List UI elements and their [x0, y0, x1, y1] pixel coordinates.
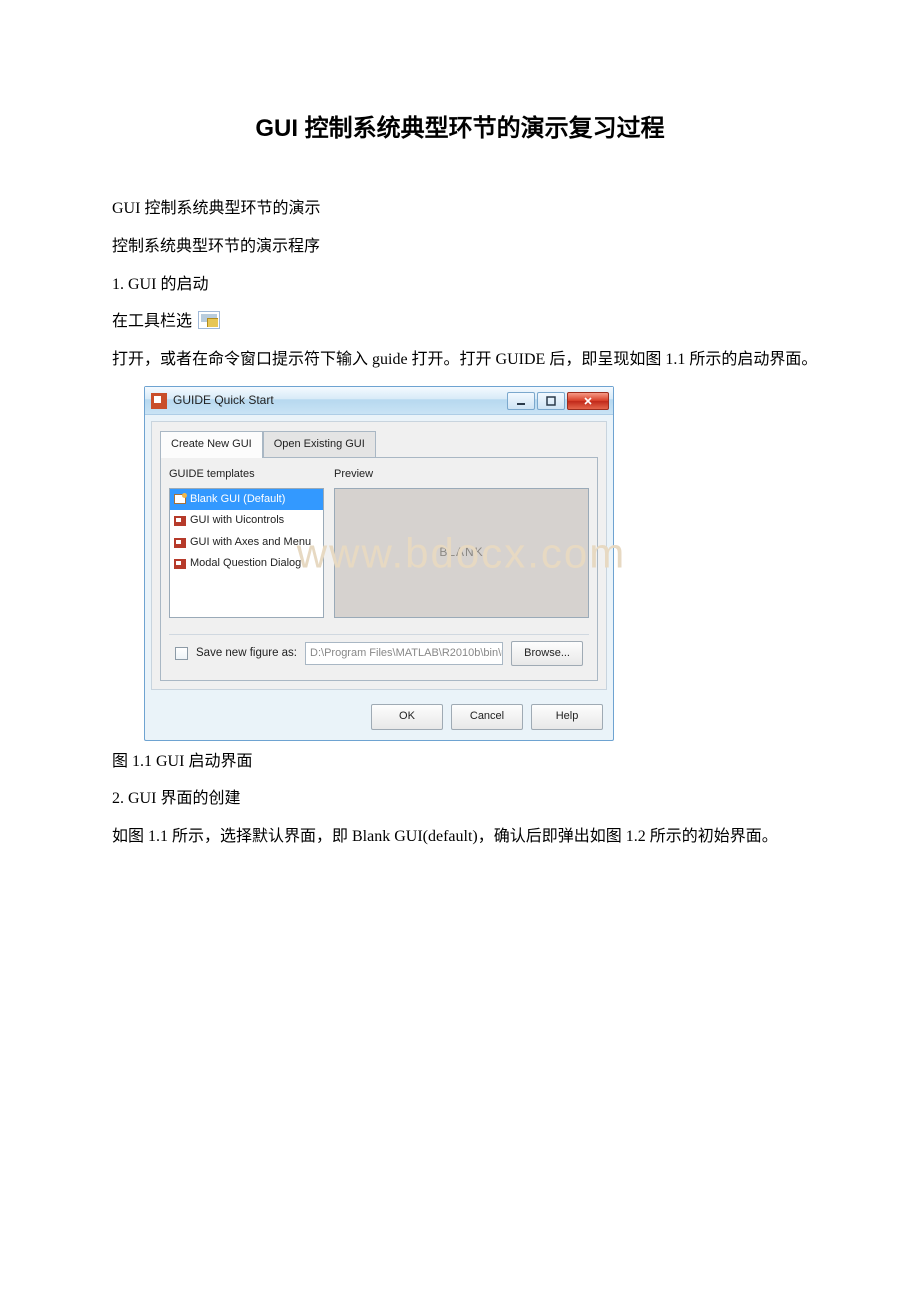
doc-title: GUI 控制系统典型环节的演示复习过程 — [80, 110, 840, 148]
templates-listbox[interactable]: Blank GUI (Default) GUI with Uicontrols … — [169, 488, 324, 618]
tab-panel: GUIDE templates Blank GUI (Default) GUI … — [160, 457, 598, 681]
save-figure-label: Save new figure as: — [196, 644, 297, 662]
guide-toolbar-icon — [198, 311, 220, 329]
paragraph: 如图 1.1 所示，选择默认界面，即 Blank GUI(default)，确认… — [80, 824, 840, 850]
paragraph: GUI 控制系统典型环节的演示 — [80, 196, 840, 222]
close-button[interactable] — [567, 392, 609, 410]
browse-button[interactable]: Browse... — [511, 641, 583, 667]
save-figure-checkbox[interactable] — [175, 647, 188, 660]
save-path-input[interactable]: D:\Program Files\MATLAB\R2010b\bin\u — [305, 642, 503, 666]
templates-label: GUIDE templates — [169, 466, 324, 484]
paragraph: 控制系统典型环节的演示程序 — [80, 234, 840, 260]
titlebar: GUIDE Quick Start — [145, 387, 613, 415]
paragraph: 1. GUI 的启动 — [80, 272, 840, 298]
figure-icon — [174, 516, 186, 526]
list-item-label: Modal Question Dialog — [190, 555, 301, 573]
paragraph: 在工具栏选 — [80, 309, 840, 335]
dialog-footer: OK Cancel Help — [145, 696, 613, 740]
cancel-button[interactable]: Cancel — [451, 704, 523, 730]
minimize-button[interactable] — [507, 392, 535, 410]
paragraph: 2. GUI 界面的创建 — [80, 786, 840, 812]
tab-create-new-gui[interactable]: Create New GUI — [160, 431, 263, 458]
preview-text: BLANK — [439, 543, 483, 562]
help-button[interactable]: Help — [531, 704, 603, 730]
figure-caption: 图 1.1 GUI 启动界面 — [80, 749, 840, 775]
template-item-axes-menu[interactable]: GUI with Axes and Menu — [170, 532, 323, 554]
window-title: GUIDE Quick Start — [173, 391, 505, 410]
tab-open-existing-gui[interactable]: Open Existing GUI — [263, 431, 376, 458]
template-item-modal-dialog[interactable]: Modal Question Dialog — [170, 553, 323, 575]
screenshot-figure: GUIDE Quick Start Create New GUI Open Ex… — [144, 386, 840, 740]
template-item-uicontrols[interactable]: GUI with Uicontrols — [170, 510, 323, 532]
maximize-button[interactable] — [537, 392, 565, 410]
figure-icon — [174, 559, 186, 569]
tab-bar: Create New GUI Open Existing GUI — [160, 430, 598, 457]
figure-icon — [174, 538, 186, 548]
text: 在工具栏选 — [112, 313, 192, 330]
matlab-icon — [151, 393, 167, 409]
paragraph: 打开，或者在命令窗口提示符下输入 guide 打开。打开 GUIDE 后，即呈现… — [80, 347, 840, 373]
ok-button[interactable]: OK — [371, 704, 443, 730]
guide-quickstart-dialog: GUIDE Quick Start Create New GUI Open Ex… — [144, 386, 614, 740]
list-item-label: GUI with Axes and Menu — [190, 534, 311, 552]
preview-pane: BLANK www.bdocx.com — [334, 488, 589, 618]
preview-label: Preview — [334, 466, 589, 484]
list-item-label: Blank GUI (Default) — [190, 491, 285, 509]
new-file-icon — [174, 494, 186, 504]
list-item-label: GUI with Uicontrols — [190, 512, 284, 530]
template-item-blank[interactable]: Blank GUI (Default) — [170, 489, 323, 511]
